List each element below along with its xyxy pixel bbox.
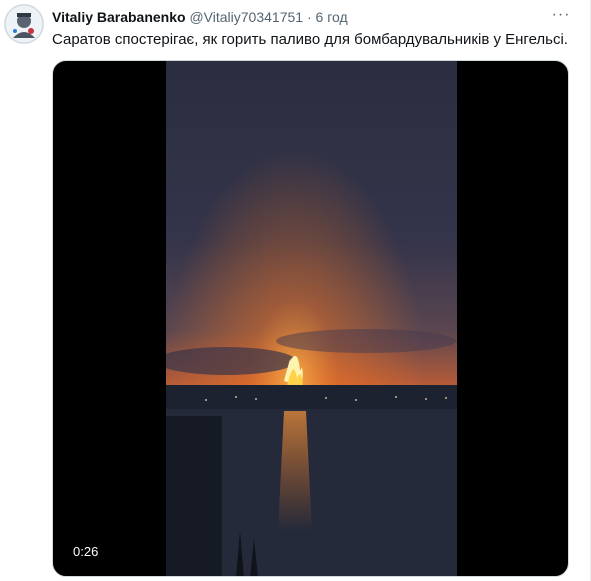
- author-display-name[interactable]: Vitaliy Barabanenko: [52, 9, 186, 25]
- tweet-timestamp[interactable]: 6 год: [316, 9, 348, 25]
- video-duration: 0:26: [67, 542, 105, 562]
- tweet[interactable]: Vitaliy Barabanenko @Vitaliy70341751 · 6…: [0, 0, 591, 581]
- tweet-header: Vitaliy Barabanenko @Vitaliy70341751 · 6…: [52, 8, 560, 26]
- video-thumbnail: [166, 61, 457, 576]
- avatar[interactable]: [4, 4, 44, 44]
- header-separator: ·: [306, 9, 312, 25]
- more-options-icon[interactable]: ···: [550, 6, 572, 24]
- video-player[interactable]: 0:26: [52, 60, 569, 577]
- tweet-text: Саратов спостерігає, як горить паливо дл…: [52, 31, 568, 48]
- avatar-image: [4, 4, 44, 44]
- author-handle[interactable]: @Vitaliy70341751: [189, 9, 303, 25]
